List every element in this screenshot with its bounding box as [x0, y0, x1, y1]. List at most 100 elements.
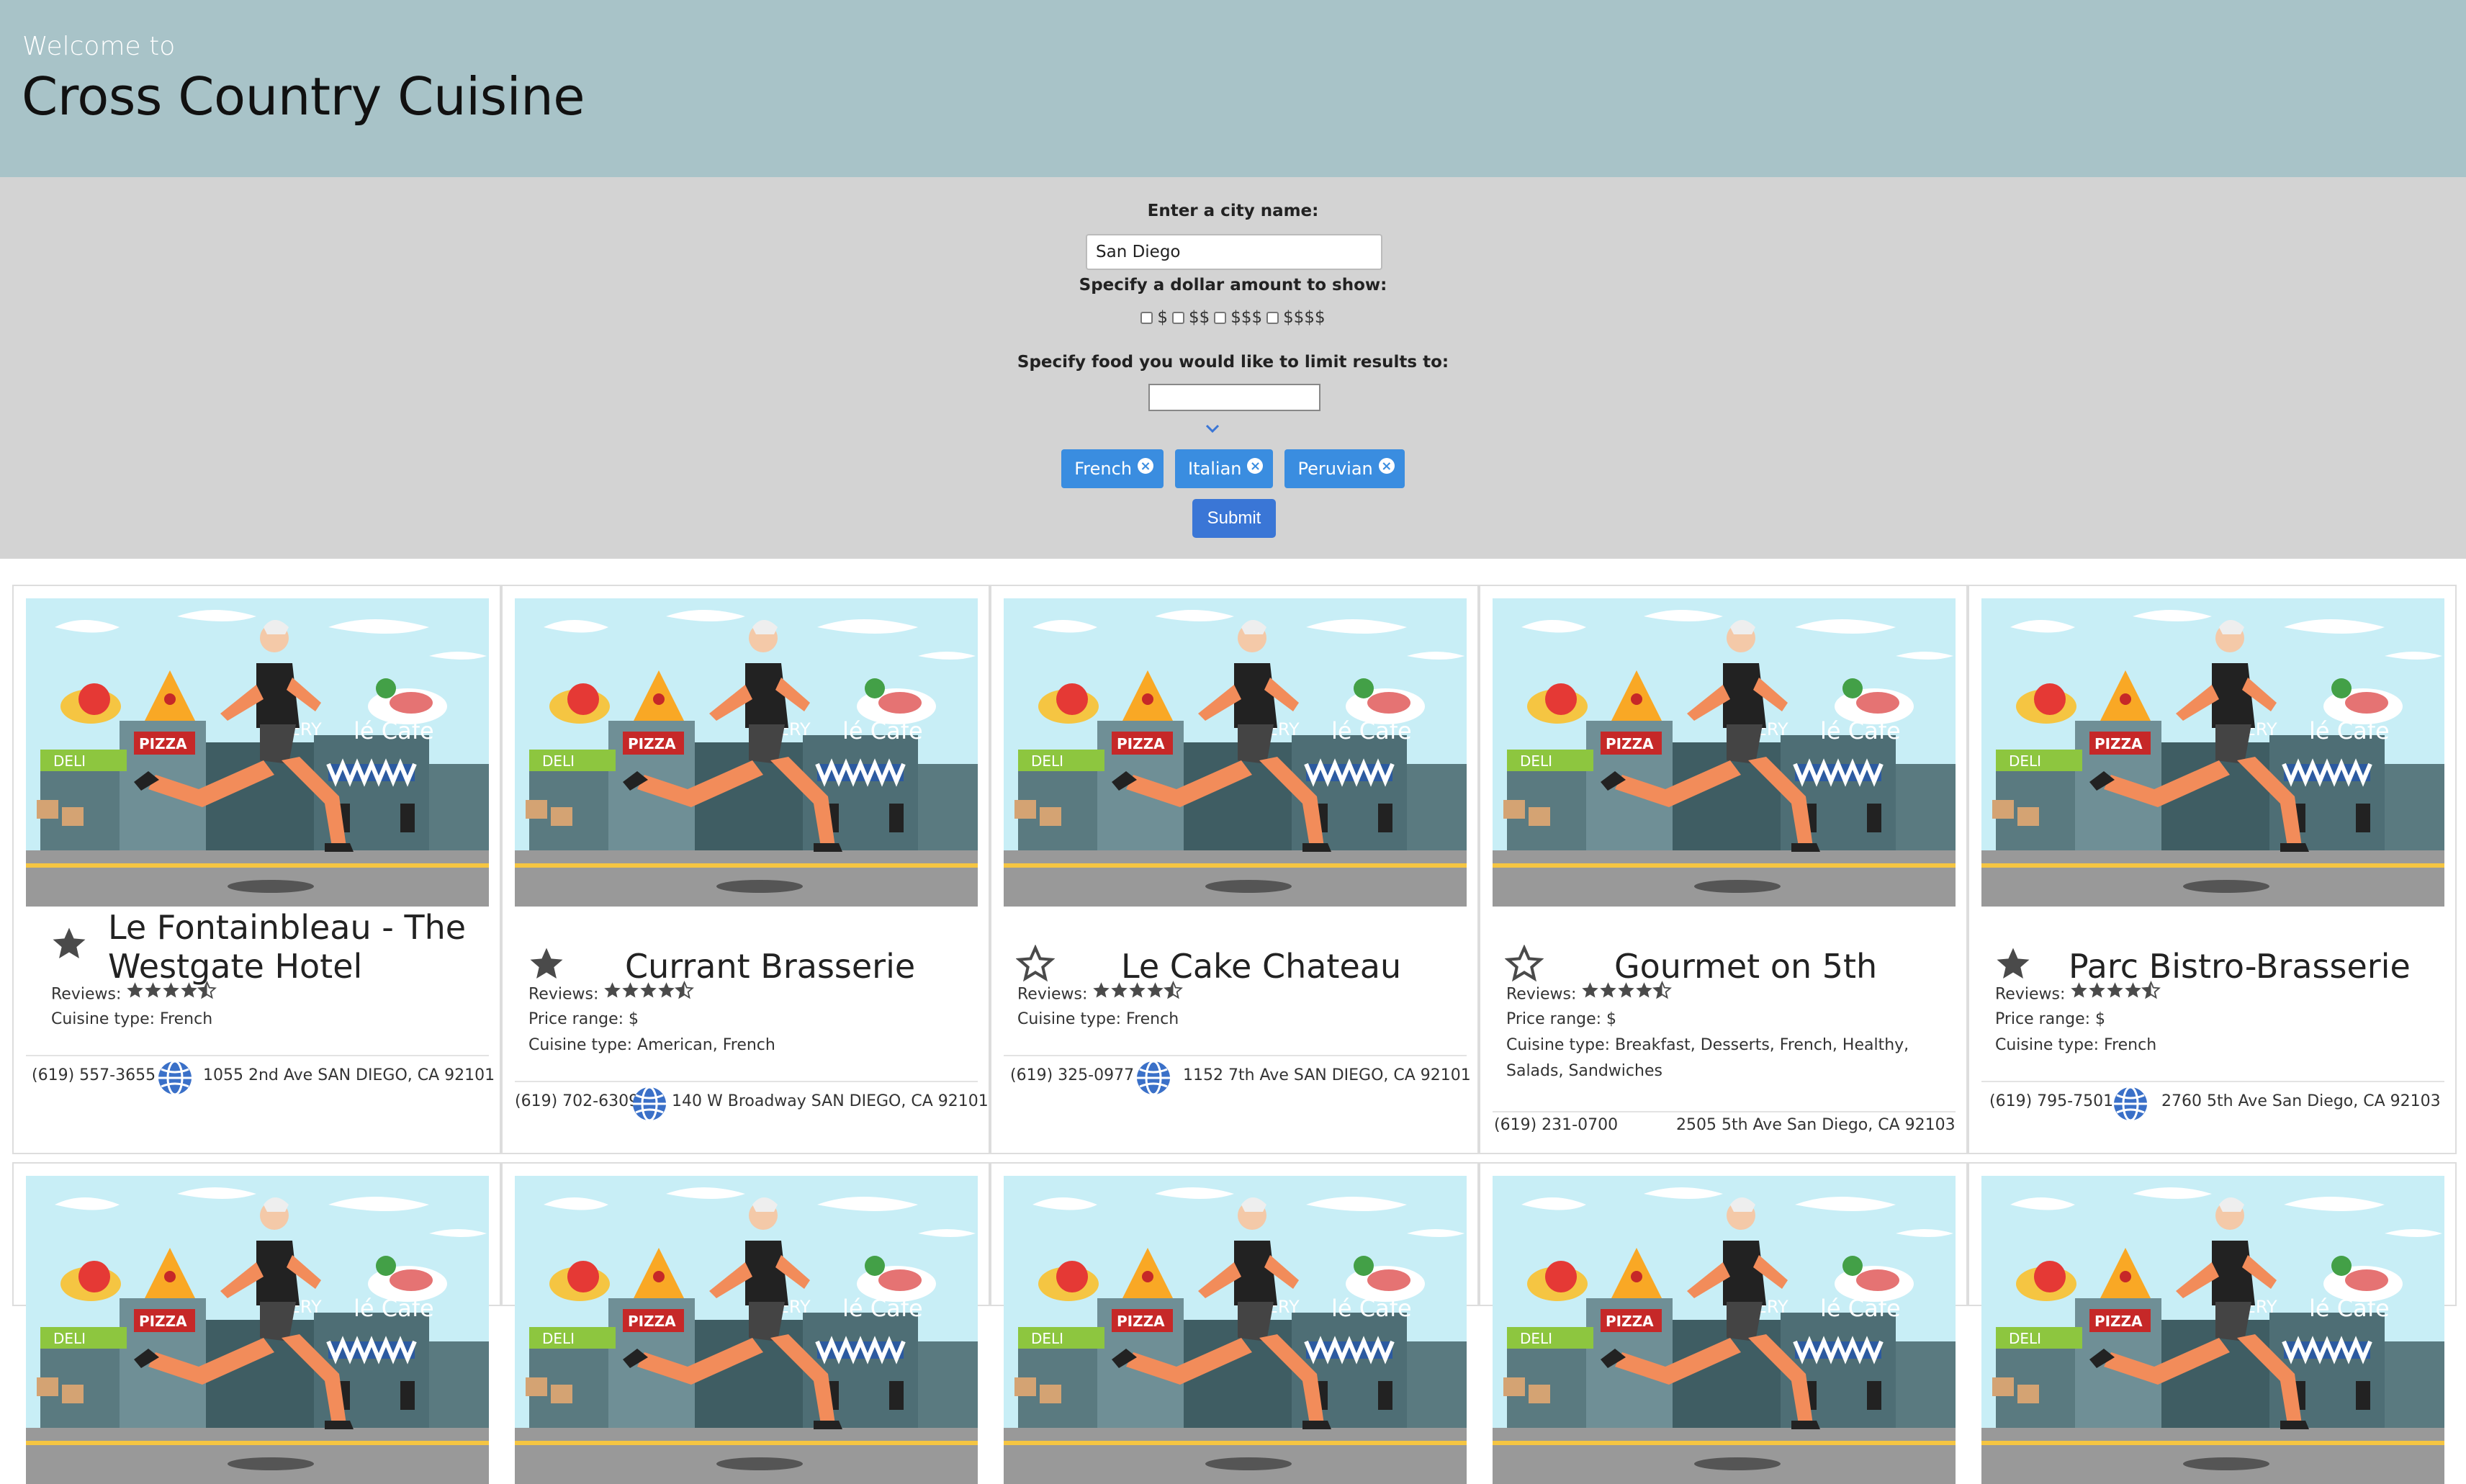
cuisine-row: Cuisine type: Breakfast, Desserts, Frenc…	[1506, 1033, 1938, 1058]
price-label: Price range:	[1995, 1010, 2091, 1028]
cuisine-value: Salads, Sandwiches	[1506, 1062, 1662, 1080]
star-half-icon	[197, 981, 217, 1000]
restaurant-card	[501, 1162, 990, 1306]
restaurant-image	[1981, 1176, 2444, 1484]
restaurant-name: Le Cake Chateau	[1121, 947, 1402, 986]
restaurant-card: Parc Bistro-Brasserie Reviews: Price ran…	[1968, 585, 2457, 1154]
star-half-icon	[1164, 981, 1183, 1000]
star-half-icon	[1652, 981, 1672, 1000]
site-header: Welcome to Cross Country Cuisine	[0, 0, 2466, 177]
restaurant-card: Le Fontainbleau - The Westgate Hotel Rev…	[12, 585, 501, 1154]
star-icon	[1580, 981, 1600, 1000]
star-icon	[639, 981, 658, 1000]
city-input[interactable]	[1086, 234, 1382, 270]
remove-tag-icon[interactable]: ×	[1247, 458, 1264, 474]
reviews-label: Reviews:	[528, 985, 599, 1004]
reviews-label: Reviews:	[1017, 985, 1088, 1004]
reviews-label: Reviews:	[1995, 985, 2066, 1004]
cuisine-value: French	[1126, 1010, 1179, 1028]
food-tag-label: French	[1074, 459, 1133, 479]
phone-number: (619) 795-7501	[1989, 1092, 2114, 1110]
address: 2505 5th Ave San Diego, CA 92103	[1676, 1116, 1956, 1134]
favorite-star-outline-icon[interactable]	[1016, 945, 1055, 984]
price-row: Price range: $	[1995, 1007, 2427, 1033]
price-checkbox-2[interactable]	[1171, 311, 1184, 324]
restaurant-image	[1004, 598, 1467, 907]
star-icon	[2069, 981, 2089, 1000]
price-option-label: $$	[1188, 308, 1210, 327]
price-option-label: $$$	[1230, 308, 1263, 327]
cuisine-label: Cuisine type:	[1017, 1010, 1122, 1028]
star-icon	[1092, 981, 1111, 1000]
reviews-row: Reviews:	[528, 981, 960, 1009]
restaurant-image	[1493, 1176, 1956, 1484]
price-row: Price range: $	[1506, 1007, 1938, 1033]
star-icon	[603, 981, 622, 1000]
rating-stars	[1580, 981, 1670, 1009]
star-icon	[1110, 981, 1129, 1000]
star-icon	[1128, 981, 1147, 1000]
cuisine-label: Cuisine type:	[528, 1036, 633, 1054]
reviews-row: Reviews:	[1017, 981, 1449, 1009]
globe-icon[interactable]	[631, 1086, 667, 1122]
favorite-star-outline-icon[interactable]	[1505, 945, 1544, 984]
phone-number: (619) 702-6309	[515, 1092, 639, 1110]
site-title: Cross Country Cuisine	[22, 66, 585, 127]
favorite-star-icon[interactable]	[527, 945, 566, 984]
cuisine-row: Cuisine type: French	[1017, 1007, 1449, 1033]
phone-number: (619) 231-0700	[1494, 1116, 1619, 1134]
star-icon	[2105, 981, 2125, 1000]
globe-icon[interactable]	[1135, 1060, 1171, 1096]
reviews-row: Reviews:	[51, 981, 483, 1009]
star-icon	[1146, 981, 1165, 1000]
star-icon	[1598, 981, 1618, 1000]
price-checkbox-group: $ $$ $$$ $$$$	[0, 308, 2466, 327]
restaurant-image	[515, 598, 978, 907]
favorite-star-icon[interactable]	[50, 925, 89, 963]
price-checkbox-3[interactable]	[1214, 311, 1227, 324]
remove-tag-icon[interactable]: ×	[1378, 458, 1395, 474]
address: 1055 2nd Ave SAN DIEGO, CA 92101	[203, 1066, 495, 1084]
food-input[interactable]	[1148, 384, 1320, 411]
food-tag: French ×	[1061, 449, 1164, 488]
star-icon	[657, 981, 676, 1000]
reviews-label: Reviews:	[51, 985, 122, 1004]
phone-number: (619) 325-0977	[1010, 1066, 1135, 1084]
cuisine-label: Cuisine type:	[51, 1010, 156, 1028]
price-value: $	[629, 1010, 639, 1028]
restaurant-image	[1981, 598, 2444, 907]
restaurant-card	[990, 1162, 1479, 1306]
restaurant-name: Currant Brasserie	[625, 947, 916, 986]
favorite-star-icon[interactable]	[1994, 945, 2033, 984]
star-icon	[1616, 981, 1636, 1000]
rating-stars	[125, 981, 215, 1009]
cuisine-row: Cuisine type: French	[1995, 1033, 2427, 1058]
restaurant-image	[515, 1176, 978, 1484]
restaurant-name-row: Le Cake Chateau	[991, 912, 1477, 991]
globe-icon[interactable]	[157, 1060, 193, 1096]
chevron-down-icon[interactable]	[1203, 419, 1222, 438]
star-icon	[621, 981, 640, 1000]
price-checkbox-1[interactable]	[1140, 311, 1153, 324]
restaurant-name-row: Currant Brasserie	[503, 912, 989, 991]
cuisine-label: Cuisine type:	[1995, 1036, 2100, 1054]
restaurant-card	[12, 1162, 501, 1306]
star-icon	[2123, 981, 2143, 1000]
cuisine-row: Cuisine type: French	[51, 1007, 483, 1033]
star-icon	[143, 981, 163, 1000]
globe-icon[interactable]	[2112, 1086, 2148, 1122]
rating-stars	[603, 981, 693, 1009]
star-half-icon	[675, 981, 694, 1000]
price-checkbox-4[interactable]	[1266, 311, 1279, 324]
contact-footer: (619) 795-7501 2760 5th Ave San Diego, C…	[1981, 1081, 2444, 1118]
restaurant-name-row: Gourmet on 5th	[1480, 912, 1966, 991]
remove-tag-icon[interactable]: ×	[1138, 458, 1154, 474]
restaurant-card	[1479, 1162, 1968, 1306]
restaurant-name: Gourmet on 5th	[1614, 947, 1878, 986]
restaurant-name: Le Fontainbleau - The	[108, 908, 467, 947]
submit-button[interactable]: Submit	[1192, 499, 1276, 538]
reviews-label: Reviews:	[1506, 985, 1577, 1004]
food-tag-label: Peruvian	[1297, 459, 1373, 479]
restaurant-name-row: Parc Bistro-Brasserie	[1969, 912, 2455, 991]
cuisine-value: French	[2104, 1036, 2157, 1054]
